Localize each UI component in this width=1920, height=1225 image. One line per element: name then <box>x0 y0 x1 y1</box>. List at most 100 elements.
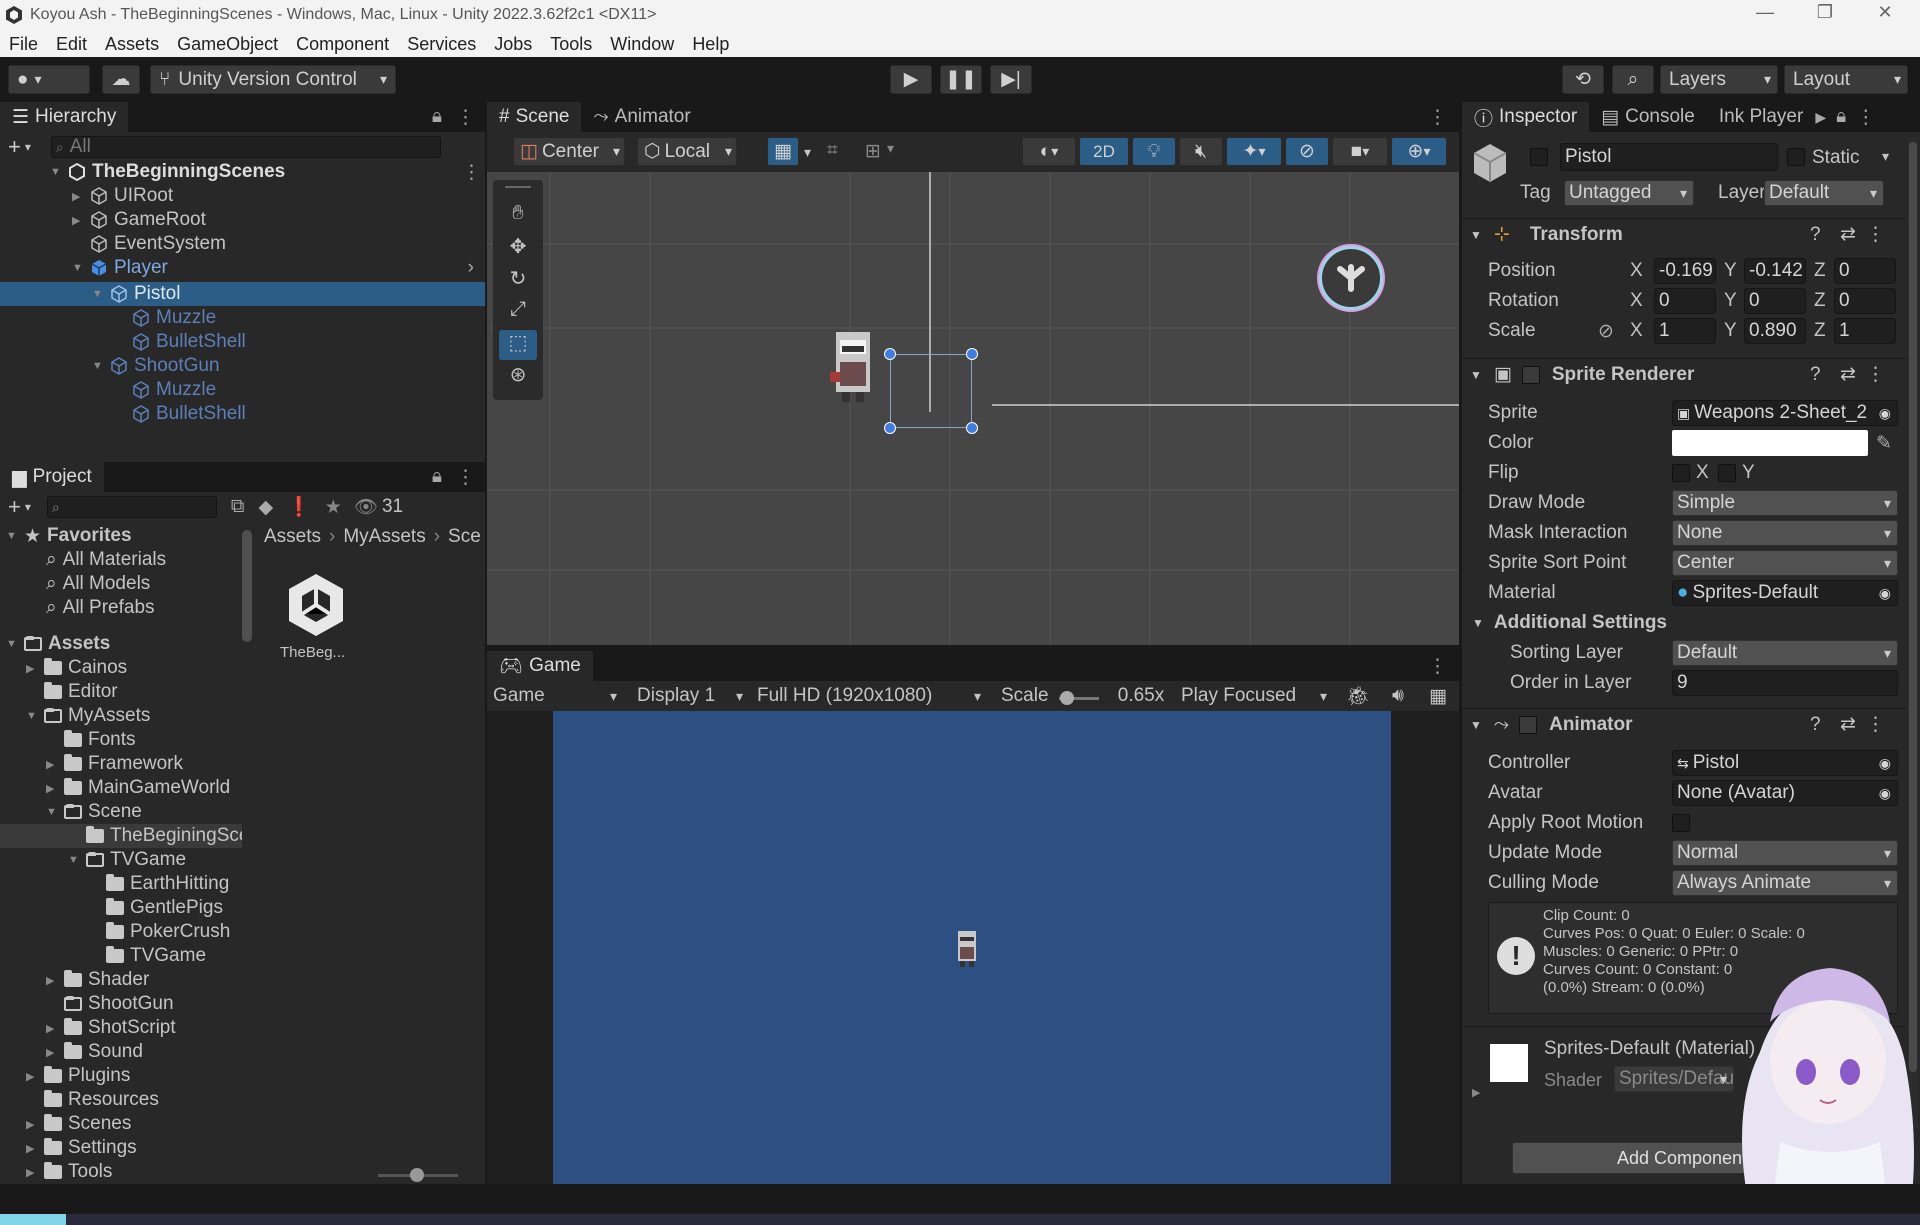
scale-slider-thumb[interactable] <box>1060 691 1074 705</box>
collapsed-arrow-icon[interactable]: ▶ <box>72 214 86 227</box>
play-mode-dropdown[interactable]: Play Focused ▾ <box>1181 681 1331 711</box>
collapsed-arrow-icon[interactable]: ▶ <box>46 782 60 795</box>
active-checkbox[interactable] <box>1530 148 1548 166</box>
folder-item[interactable]: ▼ Scene <box>46 800 142 824</box>
update-mode-dropdown[interactable]: Normal <box>1672 840 1898 866</box>
hierarchy-search-input[interactable]: ⌕ All <box>50 136 441 158</box>
game-viewport[interactable] <box>553 711 1391 1184</box>
help-icon[interactable]: ? <box>1810 714 1821 736</box>
expand-arrow-icon[interactable]: ▼ <box>6 638 20 650</box>
folder-item[interactable]: Fonts <box>64 728 136 752</box>
folder-item[interactable]: PokerCrush <box>106 920 230 944</box>
flip-x-checkbox[interactable] <box>1672 464 1690 482</box>
breadcrumb-item[interactable]: Assets <box>264 526 321 548</box>
chevron-right-icon[interactable]: ▶ <box>1815 109 1826 126</box>
collapsed-arrow-icon[interactable]: ▶ <box>46 974 60 987</box>
favorite-item[interactable]: ⌕ All Materials <box>46 548 166 572</box>
more-icon[interactable]: ⋮ <box>456 466 475 489</box>
tree-item-pistol[interactable]: ▼ Pistol <box>92 282 180 306</box>
collapsed-arrow-icon[interactable]: ▶ <box>26 1166 40 1179</box>
minimize-icon[interactable]: — <box>1750 2 1780 28</box>
scale-z-input[interactable]: 1 <box>1834 318 1896 344</box>
close-icon[interactable]: ✕ <box>1870 2 1900 28</box>
audio-button[interactable]: 🔇︎ <box>1179 137 1223 166</box>
undo-history-button[interactable]: ⟲ <box>1562 65 1604 94</box>
folder-item[interactable]: ▶ Framework <box>46 752 183 776</box>
toggle-2d-button[interactable]: 2D <box>1079 137 1129 166</box>
folder-item[interactable]: ▶ Plugins <box>26 1064 130 1088</box>
animator-header[interactable]: ▼ ⤳ Animator ? ⇄ ⋮ <box>1462 708 1907 740</box>
preset-icon[interactable]: ⇄ <box>1840 223 1856 246</box>
collapsed-arrow-icon[interactable]: ▶ <box>26 1070 40 1083</box>
menu-component[interactable]: Component <box>296 34 389 55</box>
resolution-dropdown[interactable]: Full HD (1920x1080) ▾ <box>757 681 987 711</box>
object-picker-icon[interactable]: ◉ <box>1879 585 1891 602</box>
menu-edit[interactable]: Edit <box>56 34 87 55</box>
expand-arrow-icon[interactable]: ▼ <box>1470 228 1482 242</box>
draw-mode-dropdown[interactable]: Simple <box>1672 490 1898 516</box>
rect-tool-icon[interactable]: ⬚ <box>499 330 537 360</box>
space-dropdown[interactable]: ⬡ Local ▾ <box>637 137 737 166</box>
restore-icon[interactable]: ❐ <box>1810 2 1840 28</box>
favorite-item[interactable]: ⌕ All Models <box>46 572 150 596</box>
filter-type-icon[interactable]: ⧉ <box>231 496 245 518</box>
hand-tool-icon[interactable]: ✋︎ <box>499 202 537 232</box>
expand-arrow-icon[interactable]: ▼ <box>72 262 86 274</box>
sorting-layer-dropdown[interactable]: Default <box>1672 640 1898 666</box>
breadcrumb-item[interactable]: Sce <box>448 526 481 548</box>
avatar-field[interactable]: None (Avatar) ◉ <box>1672 780 1898 806</box>
culling-mode-dropdown[interactable]: Always Animate <box>1672 870 1898 896</box>
tab-inspector[interactable]: ⓘ Inspector <box>1462 102 1590 132</box>
folder-item[interactable]: Resources <box>44 1088 159 1112</box>
scene-root[interactable]: ▼ TheBeginningScenes ⋮ <box>50 160 481 184</box>
layer-dropdown[interactable]: Default <box>1764 180 1884 206</box>
folder-item[interactable]: TVGame <box>106 944 206 968</box>
folder-item[interactable]: ▶ Shader <box>46 968 149 992</box>
menu-window[interactable]: Window <box>610 34 674 55</box>
lock-icon[interactable]: 🔒︎ <box>1836 106 1846 128</box>
folder-item[interactable]: ▶ Sound <box>46 1040 143 1064</box>
rect-handle[interactable] <box>966 348 978 360</box>
order-in-layer-input[interactable]: 9 <box>1672 670 1898 696</box>
tab-hierarchy[interactable]: ☰ Hierarchy <box>0 102 129 132</box>
scale-tool-icon[interactable]: ⤢ <box>499 298 537 328</box>
material-field[interactable]: ● Sprites-Default ◉ <box>1672 580 1898 606</box>
position-z-input[interactable]: 0 <box>1834 258 1896 284</box>
lock-icon[interactable]: 🔒︎ <box>432 106 442 128</box>
snap-increment-icon[interactable]: ⌗ <box>827 140 838 162</box>
expand-arrow-icon[interactable]: ▼ <box>68 854 82 866</box>
camera-button[interactable]: ■ ▾ <box>1332 137 1388 166</box>
folder-item[interactable]: EarthHitting <box>106 872 229 896</box>
tree-item-bulletshell-2[interactable]: BulletShell <box>132 402 246 426</box>
more-icon[interactable]: ⋮ <box>1866 223 1885 246</box>
play-button[interactable]: ▶ <box>890 65 932 94</box>
sprite-renderer-header[interactable]: ▼ ▣ Sprite Renderer ? ⇄ ⋮ <box>1462 358 1907 390</box>
animator-enabled-checkbox[interactable] <box>1519 715 1538 734</box>
collapsed-arrow-icon[interactable]: ▶ <box>26 1118 40 1131</box>
hidden-objects-button[interactable]: ⊘ <box>1285 137 1329 166</box>
position-y-input[interactable]: -0.142 <box>1744 258 1806 284</box>
menu-jobs[interactable]: Jobs <box>494 34 532 55</box>
display-dropdown[interactable]: Display 1 ▾ <box>637 681 747 711</box>
tree-item-player[interactable]: ▼ Player › <box>72 256 482 280</box>
preset-icon[interactable]: ⇄ <box>1840 713 1856 736</box>
preset-icon[interactable]: ⇄ <box>1840 363 1856 386</box>
favorites-header[interactable]: ▼ ★ Favorites <box>6 524 132 548</box>
sprite-renderer-enabled-checkbox[interactable] <box>1521 365 1540 384</box>
folder-item[interactable]: ▶ MainGameWorld <box>46 776 230 800</box>
rotation-z-input[interactable]: 0 <box>1834 288 1896 314</box>
cloud-button[interactable]: ☁ <box>102 65 140 94</box>
folder-item[interactable]: ▶ Tools <box>26 1160 112 1184</box>
shader-dropdown[interactable]: Sprites/Default <box>1614 1066 1734 1092</box>
menu-gameobject[interactable]: GameObject <box>177 34 278 55</box>
add-icon[interactable]: + <box>8 134 21 160</box>
object-name-input[interactable]: Pistol <box>1560 143 1778 171</box>
expand-arrow-icon[interactable]: ▼ <box>6 530 20 542</box>
tree-item-bulletshell[interactable]: BulletShell <box>132 330 246 354</box>
help-icon[interactable]: ? <box>1810 364 1821 386</box>
sprite-sort-point-dropdown[interactable]: Center <box>1672 550 1898 576</box>
flip-y-checkbox[interactable] <box>1718 464 1736 482</box>
audio-icon[interactable]: 🔊︎ <box>1383 681 1413 711</box>
folder-item[interactable]: ▼ TVGame <box>68 848 186 872</box>
scale-x-input[interactable]: 1 <box>1654 318 1716 344</box>
